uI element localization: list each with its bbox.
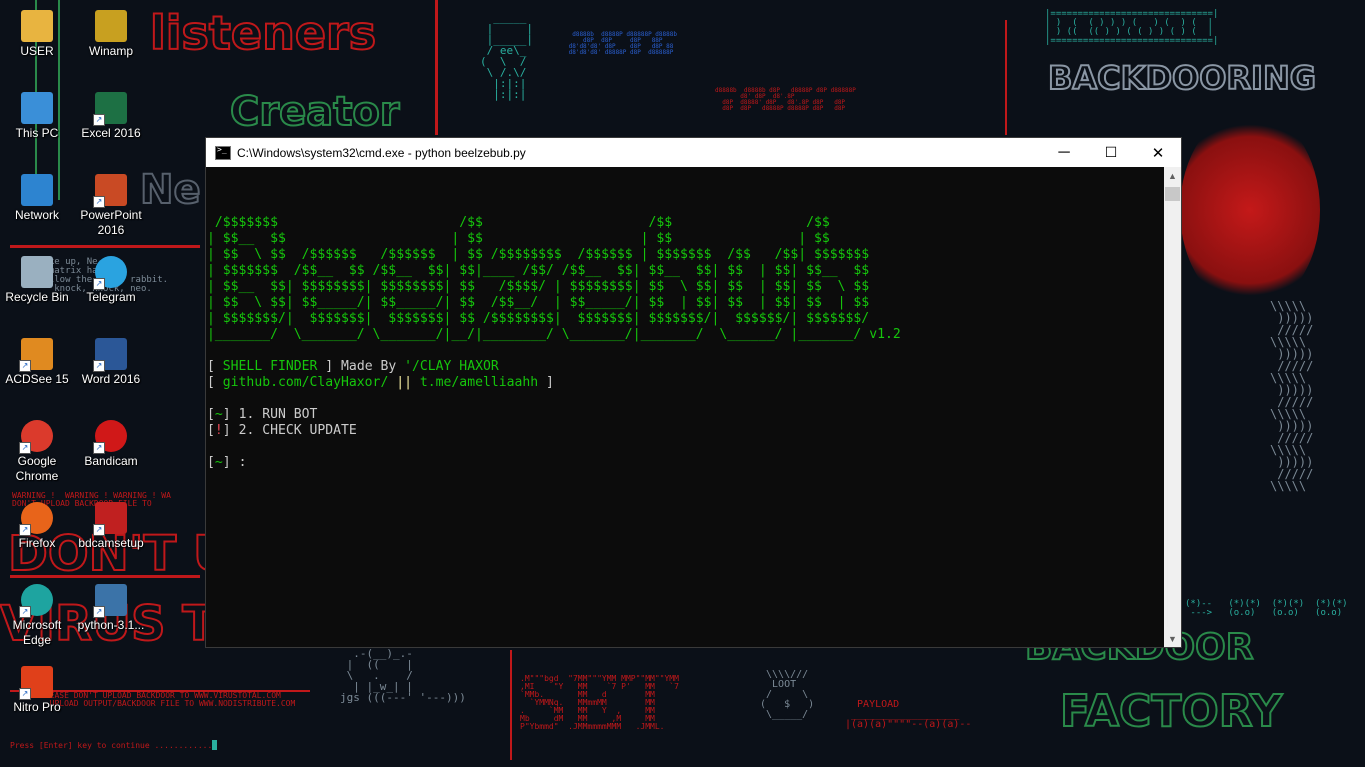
banner-line: | $$$$$$$ /$$__ $$ /$$__ $$| $$|____ /$$… — [207, 263, 870, 278]
desktop-icon[interactable]: ↗ PowerPoint 2016 — [74, 174, 148, 238]
banner-line: | $$$$$$$/| $$$$$$$| $$$$$$$| $$ /$$$$$$… — [207, 311, 870, 326]
banner-line: | $$ \ $$ /$$$$$$ /$$$$$$ | $$ /$$$$$$$$… — [207, 247, 870, 262]
scroll-thumb[interactable] — [1165, 187, 1180, 201]
python-installer-icon: ↗ — [93, 584, 127, 618]
desktop-icon-label: Winamp — [88, 44, 133, 58]
menu-marker: ~ — [214, 407, 223, 422]
desktop-icon[interactable]: Winamp — [74, 10, 148, 59]
chrome-icon: ↗ — [19, 420, 53, 454]
desktop-icon[interactable]: ↗ bdcamsetup — [74, 502, 148, 551]
banner-line: | $$ \ $$| $$_____/| $$_____/| $$ /$$__/… — [207, 295, 870, 310]
desktop-icon-label: Recycle Bin — [5, 290, 69, 304]
shortcut-arrow-icon: ↗ — [93, 196, 105, 208]
shortcut-arrow-icon: ↗ — [19, 524, 31, 536]
telegram-icon: ↗ — [93, 256, 127, 290]
desktop-icon[interactable]: ↗ Google Chrome — [0, 420, 74, 484]
shortcut-arrow-icon: ↗ — [19, 360, 31, 372]
minimize-button[interactable]: ─ — [1041, 138, 1087, 167]
user-folder-icon — [21, 10, 53, 42]
window-title: C:\Windows\system32\cmd.exe - python bee… — [237, 145, 526, 160]
network-icon — [21, 174, 53, 206]
desktop-icon-label: bdcamsetup — [78, 536, 144, 550]
banner-line: |_______/ \_______/ \_______/|__/|______… — [207, 327, 862, 342]
desktop-icon-label: Microsoft Edge — [12, 618, 62, 647]
input-prompt[interactable]: : — [239, 455, 247, 470]
shortcut-arrow-icon: ↗ — [93, 524, 105, 536]
shortcut-arrow-icon: ↗ — [93, 606, 105, 618]
nitro-pro-icon: ↗ — [19, 666, 53, 700]
desktop-icon[interactable]: ↗ python-3.1... — [74, 584, 148, 633]
winamp-icon — [95, 10, 127, 42]
author-name: '/CLAY HAXOR — [404, 359, 499, 374]
menu-marker: ! — [214, 423, 223, 438]
desktop-icon[interactable]: ↗ Microsoft Edge — [0, 584, 74, 648]
edge-icon: ↗ — [19, 584, 53, 618]
console-output[interactable]: /$$$$$$$ /$$ /$$ /$$ | $$__ $$ | $$ | $$… — [206, 167, 1164, 647]
desktop-icon-label: Google Chrome — [15, 454, 59, 483]
close-button[interactable]: ✕ — [1135, 138, 1181, 167]
shortcut-arrow-icon: ↗ — [19, 688, 31, 700]
version-label: v1.2 — [869, 327, 901, 342]
desktop-icon-label: This PC — [15, 126, 59, 140]
desktop-icon-label: Excel 2016 — [81, 126, 141, 140]
desktop-icon[interactable]: ↗ Telegram — [74, 256, 148, 305]
window-titlebar[interactable]: C:\Windows\system32\cmd.exe - python bee… — [206, 138, 1181, 167]
computer-icon — [21, 92, 53, 124]
scroll-track[interactable] — [1167, 202, 1178, 627]
banner-line: /$$$$$$$ /$$ /$$ /$$ — [207, 215, 830, 230]
bdcam-setup-icon: ↗ — [93, 502, 127, 536]
word-icon: ↗ — [93, 338, 127, 372]
recycle-bin-icon — [21, 256, 53, 288]
maximize-button[interactable]: ☐ — [1088, 138, 1134, 167]
menu-item-check-update: 2. CHECK UPDATE — [238, 423, 357, 438]
tool-name: SHELL FINDER — [222, 359, 318, 374]
desktop-icon[interactable]: ↗ ACDSee 15 — [0, 338, 74, 387]
desktop-icon-label: USER — [20, 44, 54, 58]
desktop-icon-label: ACDSee 15 — [5, 372, 69, 386]
bandicam-icon: ↗ — [93, 420, 127, 454]
desktop-icon-label: Firefox — [18, 536, 56, 550]
acdsee-icon: ↗ — [19, 338, 53, 372]
telegram-link: t.me/amelliaahh — [419, 375, 539, 390]
banner-line: | $$__ $$ | $$ | $$ | $$ — [207, 231, 830, 246]
shortcut-arrow-icon: ↗ — [19, 442, 31, 454]
vertical-scrollbar[interactable]: ▲ ▼ — [1164, 167, 1181, 647]
cmd-icon — [215, 145, 231, 160]
desktop-icon[interactable]: ↗ Firefox — [0, 502, 74, 551]
desktop-icon-label: Bandicam — [84, 454, 138, 468]
desktop-icon[interactable]: ↗ Word 2016 — [74, 338, 148, 387]
excel-icon: ↗ — [93, 92, 127, 126]
desktop-icon-label: Word 2016 — [81, 372, 141, 386]
menu-item-run-bot: 1. RUN BOT — [238, 407, 318, 422]
shortcut-arrow-icon: ↗ — [93, 442, 105, 454]
shortcut-arrow-icon: ↗ — [19, 606, 31, 618]
desktop-icon[interactable]: ↗ Nitro Pro — [0, 666, 74, 715]
prompt-marker: ~ — [214, 455, 223, 470]
desktop-icon[interactable]: ↗ Bandicam — [74, 420, 148, 469]
shortcut-arrow-icon: ↗ — [93, 360, 105, 372]
desktop-icon-label: python-3.1... — [77, 618, 145, 632]
banner-line: | $$__ $$| $$$$$$$$| $$$$$$$$| $$ /$$$$/… — [207, 279, 870, 294]
desktop-icon-label: Network — [14, 208, 59, 222]
desktop-icon[interactable]: ↗ Excel 2016 — [74, 92, 148, 141]
github-link: github.com/ClayHaxor/ — [222, 375, 389, 390]
desktop-icon-label: PowerPoint 2016 — [80, 208, 142, 237]
powerpoint-icon: ↗ — [93, 174, 127, 208]
separator: || — [396, 375, 412, 390]
made-by-label: Made By — [341, 359, 397, 374]
shortcut-arrow-icon: ↗ — [93, 278, 105, 290]
desktop-icon[interactable]: This PC — [0, 92, 74, 141]
scroll-up-arrow-icon[interactable]: ▲ — [1164, 167, 1181, 184]
scroll-down-arrow-icon[interactable]: ▼ — [1164, 630, 1181, 647]
firefox-icon: ↗ — [19, 502, 53, 536]
desktop-icon[interactable]: Network — [0, 174, 74, 223]
desktop-icon-label: Telegram — [86, 290, 136, 304]
cmd-window[interactable]: C:\Windows\system32\cmd.exe - python bee… — [205, 137, 1182, 648]
desktop-icon[interactable]: USER — [0, 10, 74, 59]
shortcut-arrow-icon: ↗ — [93, 114, 105, 126]
desktop-icon[interactable]: Recycle Bin — [0, 256, 74, 305]
desktop-icon-label: Nitro Pro — [13, 700, 61, 714]
